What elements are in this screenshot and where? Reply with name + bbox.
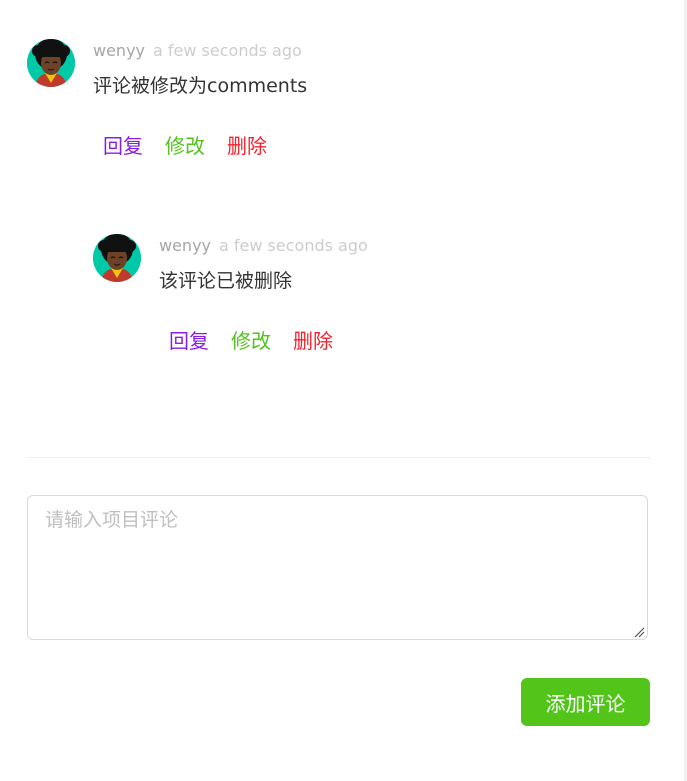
comment-author: wenyy	[159, 236, 212, 255]
comment-actions: 回复 修改 删除	[169, 328, 368, 354]
delete-link[interactable]: 删除	[227, 133, 267, 159]
delete-link[interactable]: 删除	[293, 328, 333, 354]
edit-link[interactable]: 修改	[165, 133, 205, 159]
comment-meta: wenyy a few seconds ago	[159, 235, 368, 257]
comment-content: 该评论已被删除	[159, 270, 293, 292]
comment-time: a few seconds ago	[153, 41, 302, 60]
comment-input[interactable]	[27, 495, 648, 640]
avatar	[27, 39, 75, 87]
comment-time: a few seconds ago	[219, 236, 368, 255]
comment-content: 评论被修改为comments	[93, 75, 308, 97]
reply-comment-item: wenyy a few seconds ago 该评论已被删除 回复 修改 删除	[93, 234, 368, 354]
comment-meta: wenyy a few seconds ago	[93, 40, 307, 62]
comments-panel: wenyy a few seconds ago 评论被修改为comments 回复…	[0, 0, 687, 781]
divider	[27, 457, 651, 458]
comment-author: wenyy	[93, 41, 146, 60]
reply-link[interactable]: 回复	[169, 328, 209, 354]
comment-body: wenyy a few seconds ago 评论被修改为comments 回复…	[93, 39, 307, 159]
comment-actions: 回复 修改 删除	[103, 133, 307, 159]
reply-link[interactable]: 回复	[103, 133, 143, 159]
add-comment-button[interactable]: 添加评论	[521, 678, 650, 726]
comment-item: wenyy a few seconds ago 评论被修改为comments 回复…	[27, 39, 307, 159]
avatar	[93, 234, 141, 282]
edit-link[interactable]: 修改	[231, 328, 271, 354]
comment-body: wenyy a few seconds ago 该评论已被删除 回复 修改 删除	[159, 234, 368, 354]
resize-handle-icon[interactable]	[633, 626, 645, 638]
